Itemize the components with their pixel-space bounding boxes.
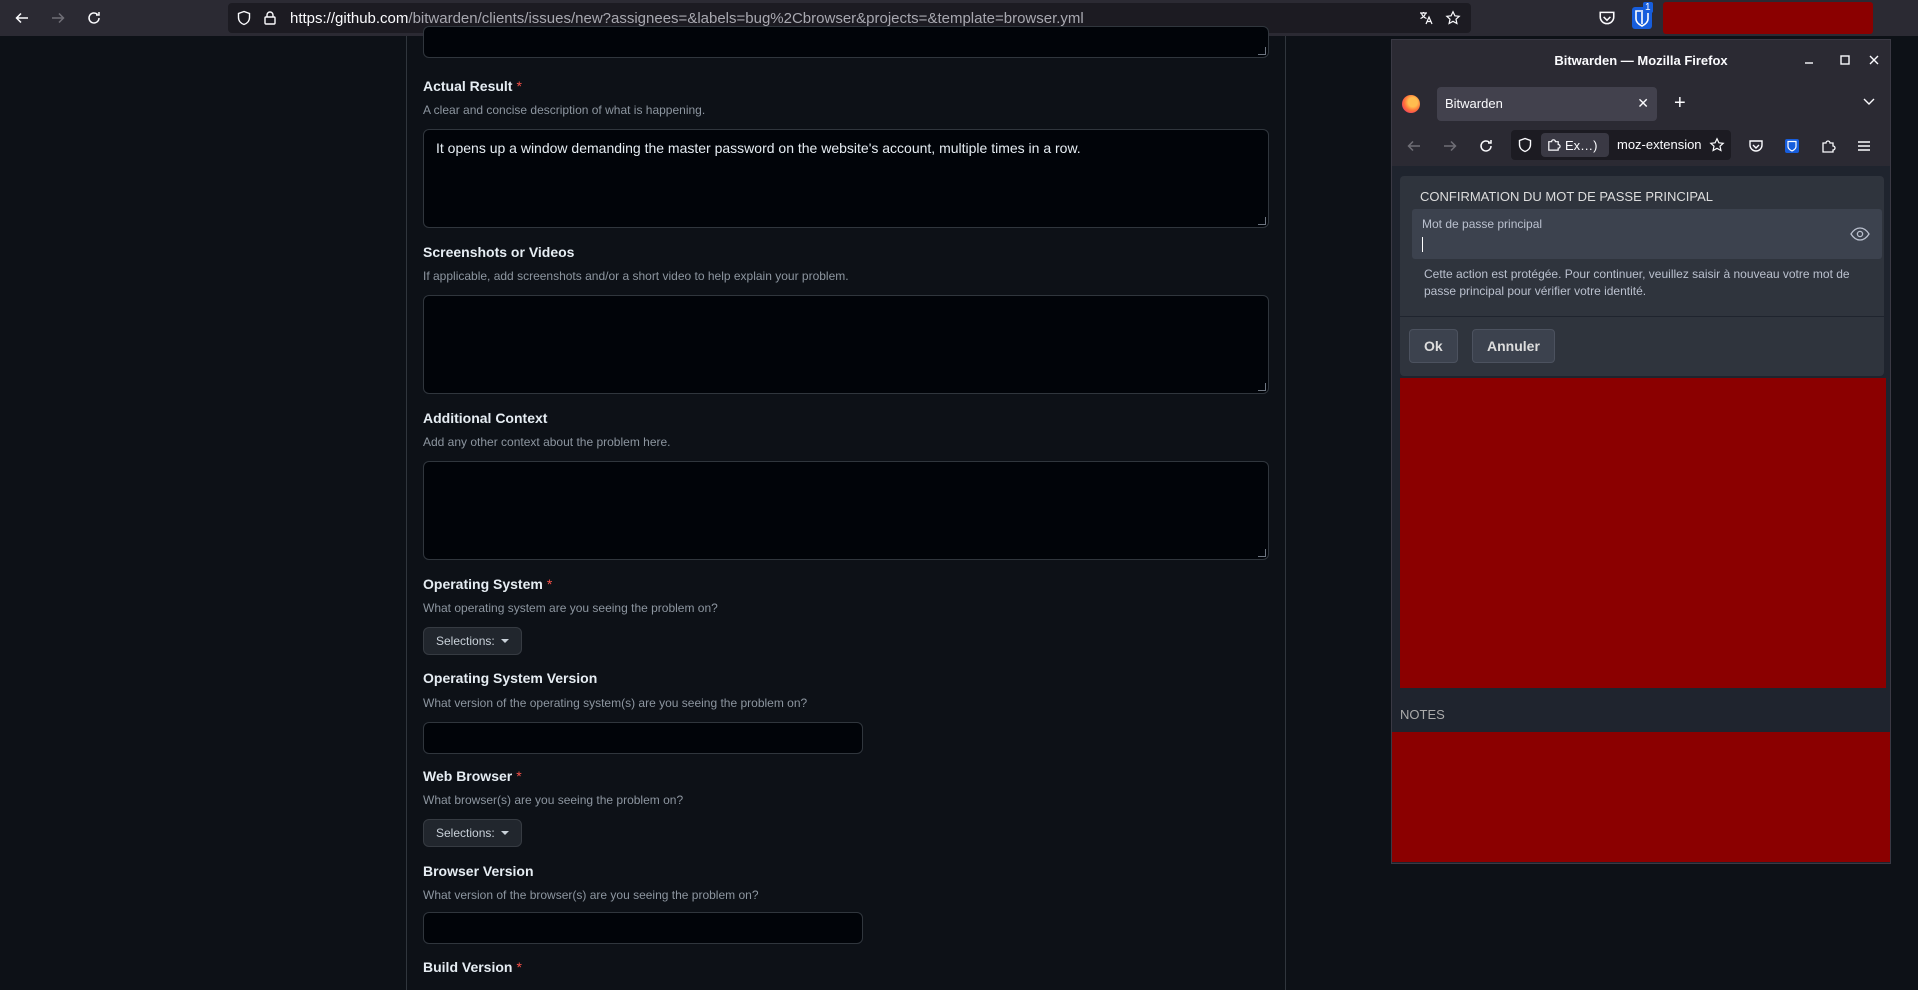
extensions-puzzle-icon[interactable] [1820, 138, 1836, 154]
web-browser-select[interactable]: Selections: [423, 819, 522, 847]
notes-label: NOTES [1400, 707, 1445, 722]
caret-down-icon [500, 831, 509, 835]
web-browser-label: Web Browser * [423, 768, 522, 784]
popup-nav-toolbar: Ex…) moz-extension [1392, 126, 1890, 166]
operating-system-select[interactable]: Selections: [423, 627, 522, 655]
popup-content: CONFIRMATION DU MOT DE PASSE PRINCIPAL M… [1392, 166, 1890, 863]
maximize-icon[interactable] [1837, 52, 1853, 68]
tracking-shield-icon[interactable] [1517, 137, 1533, 153]
build-version-label: Build Version * [423, 959, 522, 975]
popup-tabbar: Bitwarden ✕ + [1392, 82, 1890, 126]
cancel-button[interactable]: Annuler [1472, 329, 1555, 363]
screenshots-label: Screenshots or Videos [423, 244, 575, 260]
master-password-dialog: CONFIRMATION DU MOT DE PASSE PRINCIPAL M… [1400, 176, 1884, 376]
browser-version-label: Browser Version [423, 863, 534, 879]
screenshots-description: If applicable, add screenshots and/or a … [423, 269, 849, 283]
os-version-label: Operating System Version [423, 670, 598, 686]
os-version-input[interactable] [423, 722, 863, 754]
popup-url-bar[interactable]: Ex…) moz-extension [1511, 130, 1731, 160]
translate-icon[interactable] [1418, 10, 1434, 26]
back-icon[interactable] [1406, 138, 1422, 154]
tracking-shield-icon[interactable] [236, 10, 252, 26]
bitwarden-popup-window: Bitwarden — Mozilla Firefox Bitwarden ✕ … [1391, 39, 1891, 864]
forward-icon[interactable] [1442, 138, 1458, 154]
hamburger-menu-icon[interactable] [1856, 138, 1872, 154]
dialog-divider [1400, 316, 1884, 317]
operating-system-label: Operating System * [423, 576, 553, 592]
additional-context-description: Add any other context about the problem … [423, 435, 671, 449]
pocket-icon[interactable] [1598, 9, 1616, 27]
tab-bitwarden[interactable]: Bitwarden ✕ [1437, 87, 1657, 121]
popup-titlebar[interactable]: Bitwarden — Mozilla Firefox [1392, 40, 1890, 82]
master-password-field[interactable]: Mot de passe principal [1412, 209, 1882, 259]
dialog-title: CONFIRMATION DU MOT DE PASSE PRINCIPAL [1420, 189, 1714, 204]
dialog-help-text: Cette action est protégée. Pour continue… [1424, 267, 1850, 298]
actual-result-textarea[interactable]: It opens up a window demanding the maste… [423, 129, 1269, 228]
issue-form: Actual Result * A clear and concise descr… [406, 26, 1286, 990]
redacted-region [1400, 378, 1886, 688]
extension-identity-chip[interactable]: Ex…) [1541, 133, 1609, 157]
operating-system-description: What operating system are you seeing the… [423, 601, 718, 615]
eye-icon[interactable] [1850, 226, 1870, 242]
reload-icon[interactable] [80, 4, 108, 32]
redacted-region [1663, 2, 1873, 34]
screenshots-textarea[interactable] [423, 295, 1269, 394]
chevron-down-icon[interactable] [1862, 94, 1876, 108]
browser-version-input[interactable] [423, 912, 863, 944]
lock-icon[interactable] [262, 10, 278, 26]
text-caret [1422, 237, 1423, 252]
caret-down-icon [500, 639, 509, 643]
reload-icon[interactable] [1478, 138, 1494, 154]
web-browser-description: What browser(s) are you seeing the probl… [423, 793, 684, 807]
forward-icon[interactable] [44, 4, 72, 32]
ok-button[interactable]: Ok [1409, 329, 1458, 363]
actual-result-description: A clear and concise description of what … [423, 103, 706, 117]
actual-result-label: Actual Result * [423, 78, 522, 94]
redacted-notes-region [1392, 732, 1890, 862]
bitwarden-shield-icon[interactable] [1784, 138, 1800, 154]
firefox-logo-icon [1402, 95, 1420, 113]
minimize-icon[interactable] [1801, 52, 1817, 68]
additional-context-textarea[interactable] [423, 461, 1269, 560]
url-text: https://github.com/bitwarden/clients/iss… [290, 10, 1084, 27]
extension-badge: 1 [1643, 2, 1653, 13]
pocket-icon[interactable] [1748, 138, 1764, 154]
popup-url-text: moz-extension [1617, 137, 1701, 152]
new-tab-icon[interactable]: + [1674, 92, 1686, 115]
previous-textarea[interactable] [423, 26, 1269, 58]
master-password-label: Mot de passe principal [1422, 217, 1543, 231]
puzzle-icon [1548, 139, 1561, 151]
close-window-icon[interactable] [1866, 52, 1882, 68]
browser-version-description: What version of the browser(s) are you s… [423, 888, 759, 902]
back-icon[interactable] [8, 4, 36, 32]
bookmark-star-icon[interactable] [1445, 10, 1461, 26]
additional-context-label: Additional Context [423, 410, 548, 426]
os-version-description: What version of the operating system(s) … [423, 696, 808, 710]
tab-close-icon[interactable]: ✕ [1637, 95, 1649, 112]
bookmark-star-icon[interactable] [1709, 137, 1725, 153]
